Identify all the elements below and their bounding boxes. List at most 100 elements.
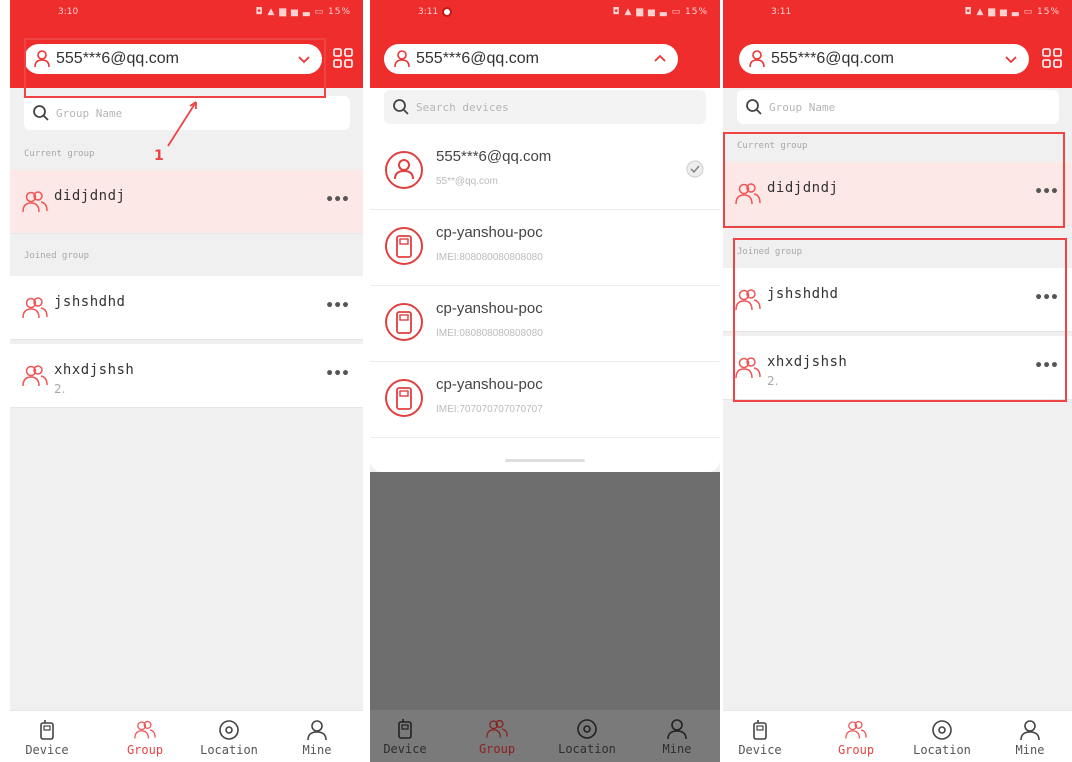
group-icon [22,365,48,387]
screenshot-stage: 3:10 ◘ ▲ ▆ ▅ ▃ ▭ 15% 555***6@qq.com Grou… [0,0,1072,762]
group-search-input[interactable]: Group Name [737,90,1059,124]
annotation-step-number: 1 [154,148,164,164]
group-screen-panel-1: 3:10 ◘ ▲ ▆ ▅ ▃ ▭ 15% 555***6@qq.com Grou… [10,0,363,762]
status-time: 3:11 [771,7,792,17]
status-bar: 3:11 ◘ ▲ ▆ ▅ ▃ ▭ 15% [723,6,1072,20]
user-icon [667,719,687,740]
group-icon [22,191,48,213]
dropdown-drag-handle[interactable] [505,459,585,462]
search-icon [33,105,49,121]
device-list-item[interactable]: cp-yanshou-poc IMEI:808080080808080 [370,210,720,286]
device-title: cp-yanshou-poc [436,300,543,317]
nav-location[interactable]: Location [194,719,264,757]
group-icon [134,720,156,739]
nav-location[interactable]: Location [552,718,622,756]
radio-device-icon [753,720,767,740]
status-icons: ◘ ▲ ▆ ▅ ▃ ▭ 15% [612,7,708,17]
status-icons: ◘ ▲ ▆ ▅ ▃ ▭ 15% [964,7,1060,17]
nav-mine-label: Mine [662,742,692,756]
current-group-row[interactable]: didjdndj ••• [10,170,363,234]
joined-group-row[interactable]: jshshdhd ••• [10,276,363,340]
modal-backdrop[interactable] [370,472,720,710]
joined-group-row[interactable]: xhxdjshsh 2. ••• [10,344,363,408]
radio-device-icon [385,303,423,341]
account-email: 555***6@qq.com [771,50,894,67]
radio-device-icon [385,379,423,417]
nav-device[interactable]: Device [725,719,795,757]
annotation-arrow [167,101,197,147]
nav-group[interactable]: Group [821,719,891,757]
grid-menu-icon[interactable] [332,47,354,69]
device-title: 555***6@qq.com [436,148,552,165]
radio-device-icon [40,720,54,740]
nav-location-label: Location [558,742,616,756]
annotation-highlight-box [24,38,326,98]
user-icon [385,151,423,189]
user-icon [307,720,327,741]
device-subtitle: 55**@qq.com [436,176,498,187]
account-selector[interactable]: 555***6@qq.com [384,44,678,74]
user-icon [749,50,765,68]
search-placeholder: Search devices [416,100,509,114]
nav-device-label: Device [738,743,782,757]
radio-device-icon [398,719,412,739]
user-icon [394,50,410,68]
group-name: xhxdjshsh [54,362,135,378]
device-dropdown: Search devices 555***6@qq.com 55**@qq.co… [370,88,720,472]
grid-menu-icon[interactable] [1041,47,1063,69]
status-time: 3:10 [58,7,79,17]
nav-location[interactable]: Location [907,719,977,757]
group-icon [22,297,48,319]
location-icon [219,720,239,740]
group-screen-panel-3: 3:11 ◘ ▲ ▆ ▅ ▃ ▭ 15% 555***6@qq.com Grou… [723,0,1072,762]
device-search-input[interactable]: Search devices [384,90,706,124]
nav-group[interactable]: Group [110,719,180,757]
search-placeholder: Group Name [769,100,836,114]
group-name: didjdndj [54,188,126,204]
annotation-joined-group-box [733,238,1067,402]
more-options-button[interactable]: ••• [325,192,350,208]
nav-mine[interactable]: Mine [642,718,712,756]
search-icon [746,99,762,115]
group-icon [486,719,508,738]
status-bar: 3:10 ◘ ▲ ▆ ▅ ▃ ▭ 15% [10,6,363,20]
device-list-item[interactable]: cp-yanshou-poc IMEI:080808080808080 [370,286,720,362]
user-icon [1020,720,1040,741]
more-options-button[interactable]: ••• [325,298,350,314]
app-header: 3:11 ◘ ▲ ▆ ▅ ▃ ▭ 15% 555***6@qq.com [723,0,1072,88]
nav-group[interactable]: Group [462,718,532,756]
device-list-item[interactable]: cp-yanshou-poc IMEI:707070707070707 [370,362,720,438]
location-icon [577,719,597,739]
device-subtitle: IMEI:808080080808080 [436,252,543,263]
device-subtitle: IMEI:707070707070707 [436,404,543,415]
account-selector[interactable]: 555***6@qq.com [739,44,1029,74]
nav-device[interactable]: Device [12,719,82,757]
group-icon [845,720,867,739]
group-member-count: 2. [54,382,66,396]
status-icons: ◘ ▲ ▆ ▅ ▃ ▭ 15% [255,7,351,17]
status-time: 3:11 [418,7,439,17]
bottom-nav: Device Group Location Mine [723,710,1072,762]
radio-device-icon [385,227,423,265]
nav-mine[interactable]: Mine [282,719,352,757]
device-switch-panel-2: 3:11 ◘ ▲ ▆ ▅ ▃ ▭ 15% 555***6@qq.com Sear… [370,0,720,762]
chevron-down-icon [1005,56,1017,64]
joined-group-label: Joined group [24,251,90,261]
more-options-button[interactable]: ••• [325,366,350,382]
nav-location-label: Location [913,743,971,757]
notification-dot-icon [442,7,452,17]
device-list-item[interactable]: 555***6@qq.com 55**@qq.com [370,134,720,210]
search-placeholder: Group Name [56,106,123,120]
app-header: 3:11 ◘ ▲ ▆ ▅ ▃ ▭ 15% 555***6@qq.com [370,0,720,88]
nav-group-label: Group [126,743,164,757]
nav-group-label: Group [837,743,875,757]
nav-mine[interactable]: Mine [995,719,1065,757]
device-subtitle: IMEI:080808080808080 [436,328,543,339]
nav-device[interactable]: Device [370,718,440,756]
checkmark-icon [686,160,704,178]
location-icon [932,720,952,740]
device-title: cp-yanshou-poc [436,376,543,393]
device-title: cp-yanshou-poc [436,224,543,241]
nav-mine-label: Mine [302,743,332,757]
status-bar: 3:11 ◘ ▲ ▆ ▅ ▃ ▭ 15% [370,6,720,20]
